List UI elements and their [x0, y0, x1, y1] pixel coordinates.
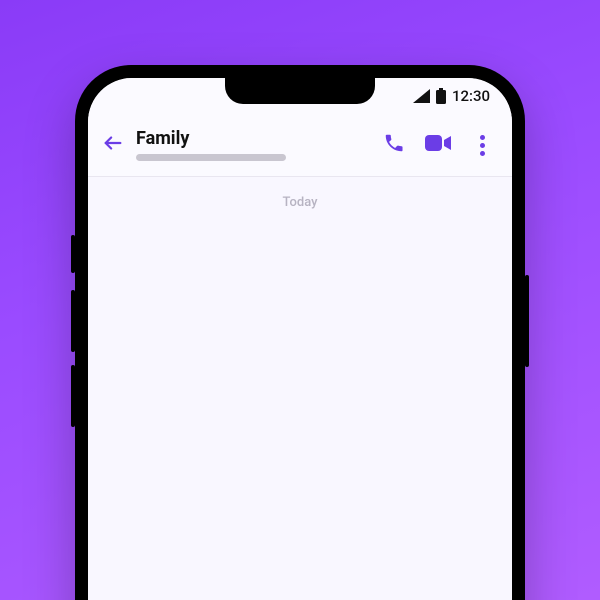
phone-icon [383, 132, 405, 158]
arrow-left-icon [102, 132, 124, 158]
more-button[interactable] [462, 125, 502, 165]
screen: 12:30 Family [88, 78, 512, 600]
chat-subtitle-placeholder [136, 154, 286, 161]
phone-volume-down [71, 365, 75, 427]
chat-title: Family [136, 130, 370, 148]
battery-icon [436, 88, 446, 104]
phone-frame: 12:30 Family [75, 65, 525, 600]
notch [225, 78, 375, 104]
voice-call-button[interactable] [374, 125, 414, 165]
chat-body[interactable]: Today [88, 177, 512, 600]
phone-power-button [525, 275, 529, 367]
phone-volume-up [71, 290, 75, 352]
background: 12:30 Family [0, 0, 600, 600]
app-bar: Family [88, 114, 512, 177]
date-separator: Today [282, 195, 317, 210]
video-icon [425, 133, 451, 157]
phone-side-button [71, 235, 75, 273]
back-button[interactable] [96, 128, 130, 162]
signal-icon [413, 89, 430, 103]
more-vertical-icon [480, 135, 485, 156]
video-call-button[interactable] [418, 125, 458, 165]
status-time: 12:30 [452, 87, 490, 105]
chat-title-block[interactable]: Family [134, 130, 370, 161]
